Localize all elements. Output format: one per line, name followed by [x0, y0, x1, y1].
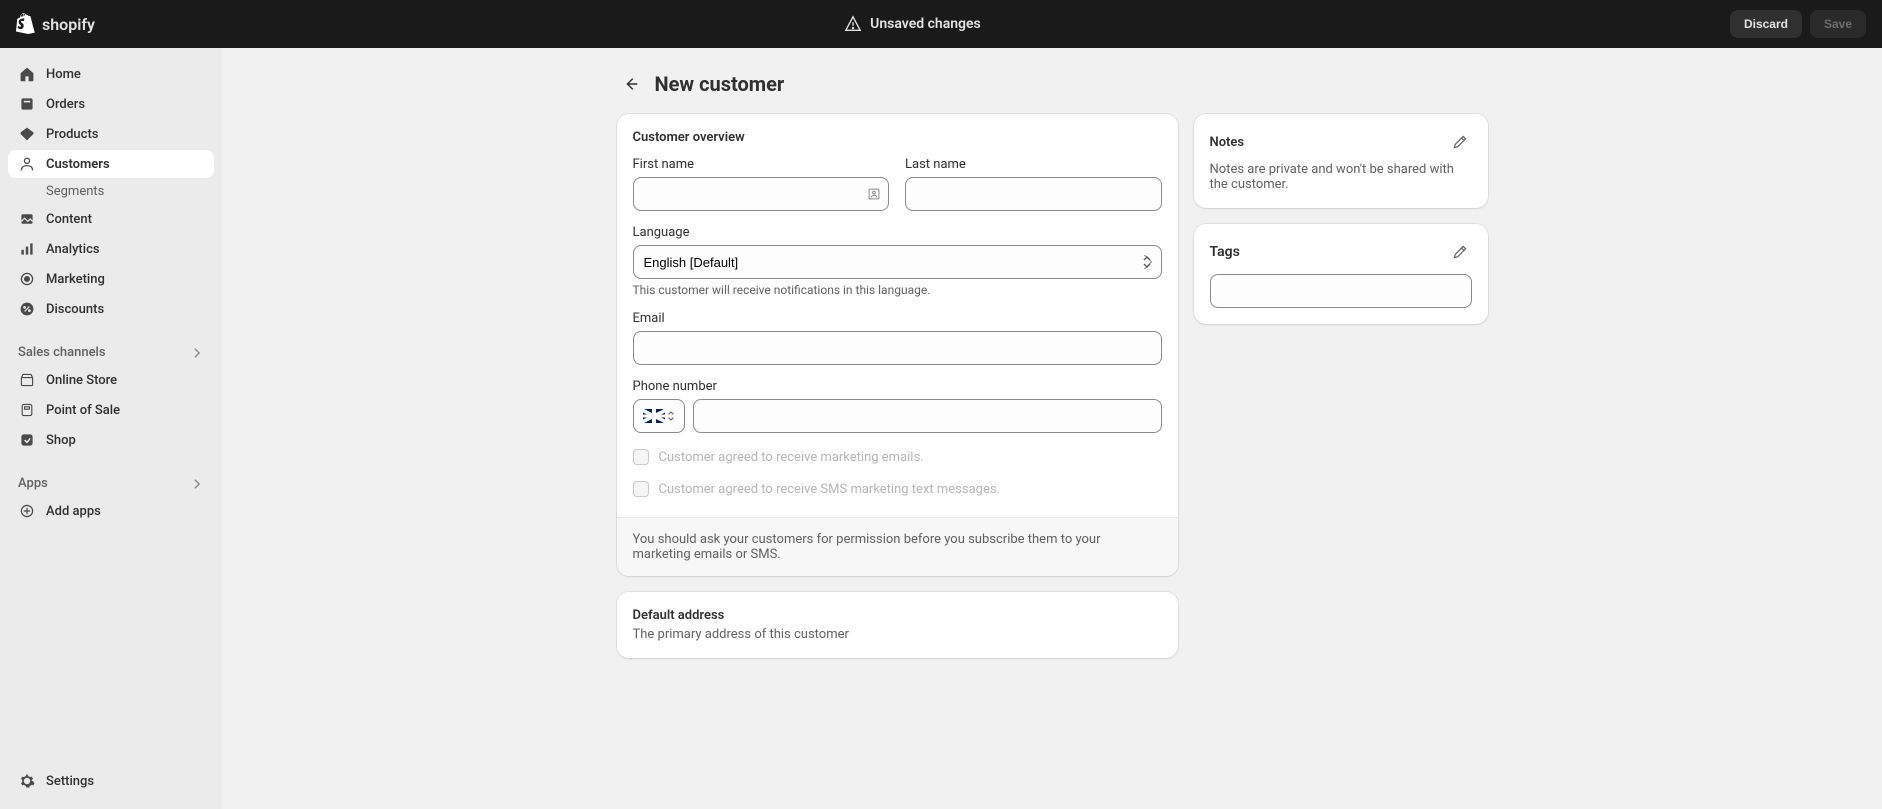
nav-label: Settings — [46, 774, 94, 789]
nav-label: Discounts — [46, 302, 104, 317]
nav-products[interactable]: Products — [8, 120, 214, 148]
discount-icon — [18, 300, 36, 318]
notes-card: Notes Notes are private and won't be sha… — [1194, 114, 1488, 208]
nav-label: Content — [46, 212, 92, 227]
nav-customers[interactable]: Customers — [8, 150, 214, 178]
plus-circle-icon — [18, 502, 36, 520]
customer-overview-card: Customer overview First name Last name — [617, 114, 1178, 576]
edit-notes-button[interactable] — [1448, 130, 1472, 154]
edit-tags-button[interactable] — [1448, 240, 1472, 264]
pencil-icon — [1452, 244, 1468, 260]
phone-country-select[interactable] — [633, 399, 685, 433]
nav-marketing[interactable]: Marketing — [8, 265, 214, 293]
back-button[interactable] — [617, 70, 645, 98]
person-icon — [18, 155, 36, 173]
nav-label: Customers — [46, 157, 110, 172]
alert-icon — [844, 15, 862, 33]
content-icon — [18, 210, 36, 228]
main-content: New customer Customer overview First nam… — [222, 48, 1882, 809]
nav-home[interactable]: Home — [8, 60, 214, 88]
overview-heading: Customer overview — [633, 130, 1162, 145]
overview-footer: You should ask your customers for permis… — [617, 517, 1178, 576]
last-name-label: Last name — [905, 157, 1162, 172]
brand-text: shopify — [42, 15, 95, 34]
first-name-input[interactable] — [633, 177, 890, 211]
topbar: shopify Unsaved changes Discard Save — [0, 0, 1882, 48]
flag-uk-icon — [643, 409, 665, 423]
nav-label: Marketing — [46, 272, 105, 287]
phone-input[interactable] — [693, 399, 1162, 433]
pencil-icon — [1452, 134, 1468, 150]
brand-logo[interactable]: shopify — [16, 13, 95, 35]
page-title: New customer — [655, 72, 785, 96]
first-name-label: First name — [633, 157, 890, 172]
address-heading: Default address — [633, 608, 1162, 623]
nav-orders[interactable]: Orders — [8, 90, 214, 118]
tag-icon — [18, 125, 36, 143]
discard-button[interactable]: Discard — [1730, 10, 1802, 38]
tags-input[interactable] — [1210, 274, 1472, 308]
home-icon — [18, 65, 36, 83]
email-label: Email — [633, 311, 1162, 326]
sales-channels-header: Sales channels — [8, 339, 214, 366]
store-icon — [18, 371, 36, 389]
topbar-status: Unsaved changes — [95, 15, 1730, 33]
sidebar: Home Orders Products Customers Segments … — [0, 48, 222, 809]
nav-settings[interactable]: Settings — [8, 767, 214, 795]
nav-discounts[interactable]: Discounts — [8, 295, 214, 323]
phone-label: Phone number — [633, 379, 1162, 394]
select-chevrons-icon — [667, 410, 675, 422]
marketing-email-checkbox — [633, 449, 649, 465]
nav-label: Analytics — [46, 242, 100, 257]
arrow-left-icon — [622, 75, 640, 93]
save-button: Save — [1810, 10, 1866, 38]
chevron-right-icon[interactable] — [190, 477, 204, 491]
nav-label: Online Store — [46, 373, 117, 388]
analytics-icon — [18, 240, 36, 258]
email-input[interactable] — [633, 331, 1162, 365]
unsaved-changes-text: Unsaved changes — [870, 16, 981, 32]
nav-shop[interactable]: Shop — [8, 426, 214, 454]
orders-icon — [18, 95, 36, 113]
address-subtitle: The primary address of this customer — [633, 627, 1162, 642]
nav-label: Add apps — [46, 504, 101, 519]
marketing-sms-checkbox — [633, 481, 649, 497]
nav-pos[interactable]: Point of Sale — [8, 396, 214, 424]
nav-label: Orders — [46, 97, 85, 112]
language-help: This customer will receive notifications… — [633, 283, 1162, 297]
apps-header: Apps — [8, 470, 214, 497]
tags-heading: Tags — [1210, 244, 1240, 260]
language-label: Language — [633, 225, 1162, 240]
nav-online-store[interactable]: Online Store — [8, 366, 214, 394]
last-name-input[interactable] — [905, 177, 1162, 211]
nav-label: Shop — [46, 433, 76, 448]
pos-icon — [18, 401, 36, 419]
nav-label: Home — [46, 67, 81, 82]
nav-add-apps[interactable]: Add apps — [8, 497, 214, 525]
contact-card-icon — [867, 187, 881, 201]
nav-segments[interactable]: Segments — [8, 180, 214, 203]
nav-analytics[interactable]: Analytics — [8, 235, 214, 263]
language-select[interactable] — [633, 245, 1162, 279]
nav-content[interactable]: Content — [8, 205, 214, 233]
notes-body: Notes are private and won't be shared wi… — [1210, 162, 1472, 192]
default-address-card: Default address The primary address of t… — [617, 592, 1178, 658]
tags-card: Tags — [1194, 224, 1488, 324]
target-icon — [18, 270, 36, 288]
chevron-right-icon[interactable] — [190, 346, 204, 360]
notes-heading: Notes — [1210, 135, 1245, 150]
gear-icon — [18, 772, 36, 790]
shop-icon — [18, 431, 36, 449]
nav-label: Point of Sale — [46, 403, 120, 418]
nav-label: Products — [46, 127, 98, 142]
marketing-email-label: Customer agreed to receive marketing ema… — [659, 450, 924, 465]
shopify-icon — [16, 13, 36, 35]
marketing-sms-label: Customer agreed to receive SMS marketing… — [659, 482, 1001, 497]
